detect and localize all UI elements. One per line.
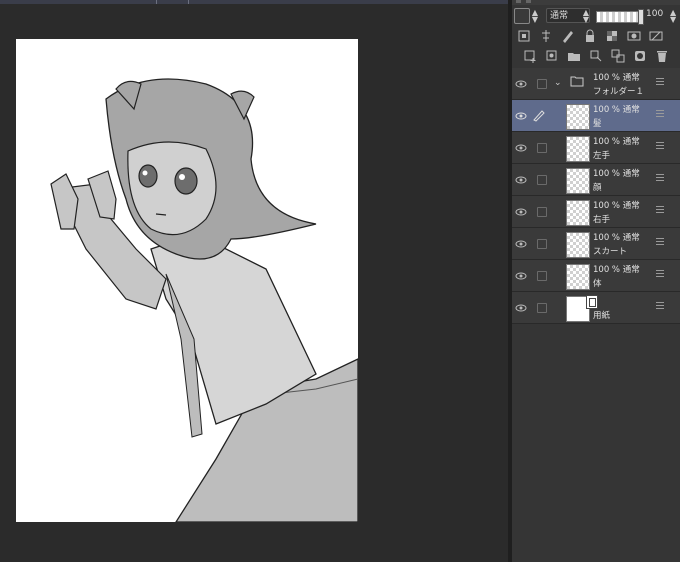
layer-name: 右手 (593, 215, 611, 225)
new-vector-layer-icon[interactable] (544, 48, 560, 64)
layer-thumbnail (566, 232, 590, 258)
visibility-eye-icon[interactable] (515, 142, 527, 154)
layer-name: スカート (593, 247, 628, 257)
drawing-canvas[interactable] (16, 39, 358, 522)
layer-select-checkbox[interactable] (537, 79, 547, 89)
layer-select-checkbox[interactable] (537, 271, 547, 281)
visibility-eye-icon[interactable] (515, 110, 527, 122)
layer-blend-info: 100 % 通常 (593, 169, 640, 179)
layer-blend-info: 100 % 通常 (593, 73, 640, 83)
layer-blend-info: 100 % 通常 (593, 233, 640, 243)
layer-menu-icon[interactable] (656, 302, 664, 310)
layer-blend-info: 100 % 通常 (593, 137, 640, 147)
visibility-eye-icon[interactable] (515, 238, 527, 250)
layer-blend-info: 100 % 通常 (593, 265, 640, 275)
layer-menu-icon[interactable] (656, 78, 664, 86)
panel-close-icon[interactable] (526, 0, 531, 3)
layer-toolbar-top (512, 26, 680, 46)
visibility-eye-icon[interactable] (515, 302, 527, 314)
layer-menu-icon[interactable] (656, 174, 664, 182)
canvas-area[interactable] (0, 4, 508, 562)
layer-row-left-hand[interactable]: 100 % 通常 左手 (512, 132, 680, 164)
layer-select-checkbox[interactable] (537, 239, 547, 249)
layer-thumbnail (566, 200, 590, 226)
clip-layer-icon[interactable] (516, 28, 532, 44)
layer-color-spinner-icon[interactable]: ▲ ▼ (531, 9, 539, 24)
layer-toolbar-bottom (512, 46, 680, 66)
layer-blend-info: 100 % 通常 (593, 201, 640, 211)
layer-row-body[interactable]: 100 % 通常 体 (512, 260, 680, 292)
folder-expand-chevron-icon[interactable]: ⌄ (554, 78, 562, 88)
folder-icon (570, 76, 584, 87)
layer-row-hair[interactable]: 100 % 通常 髪 (512, 100, 680, 132)
opacity-slider[interactable] (596, 11, 643, 23)
panel-grip[interactable] (516, 0, 521, 3)
layer-menu-icon[interactable] (656, 142, 664, 150)
layer-name: フォルダー１ (593, 87, 645, 97)
layer-name: 左手 (593, 151, 611, 161)
layer-thumbnail (566, 104, 590, 130)
layer-name: 体 (593, 279, 602, 289)
visibility-eye-icon[interactable] (515, 78, 527, 90)
layer-row-right-hand[interactable]: 100 % 通常 右手 (512, 196, 680, 228)
layer-select-checkbox[interactable] (537, 143, 547, 153)
layer-color-box[interactable] (514, 8, 530, 24)
opacity-value[interactable]: 100 (646, 9, 663, 19)
layer-menu-icon[interactable] (656, 270, 664, 278)
layer-select-checkbox[interactable] (537, 175, 547, 185)
delete-layer-icon[interactable] (654, 48, 670, 64)
layer-name: 用紙 (593, 311, 611, 321)
new-raster-layer-icon[interactable] (522, 48, 538, 64)
layer-select-checkbox[interactable] (537, 303, 547, 313)
layer-properties-bar: ▲ ▼ 通常 ▲ ▼ 100 ▲ ▼ (512, 7, 680, 25)
layer-thumbnail (566, 168, 590, 194)
layer-menu-icon[interactable] (656, 110, 664, 118)
pen-edit-icon (533, 110, 545, 122)
lock-transparency-icon[interactable] (604, 28, 620, 44)
opacity-spinner-icon[interactable]: ▲ ▼ (670, 9, 676, 24)
ruler-range-icon[interactable] (648, 28, 664, 44)
layer-row-skirt[interactable]: 100 % 通常 スカート (512, 228, 680, 260)
visibility-eye-icon[interactable] (515, 174, 527, 186)
lock-layer-icon[interactable] (582, 28, 598, 44)
layer-mask-icon[interactable] (632, 48, 648, 64)
layer-name: 髪 (593, 119, 602, 129)
layer-thumbnail (566, 264, 590, 290)
new-folder-icon[interactable] (566, 48, 582, 64)
layer-select-checkbox[interactable] (537, 207, 547, 217)
panel-header (512, 0, 680, 5)
opacity-slider-handle[interactable] (638, 9, 644, 25)
layer-blend-info: 100 % 通常 (593, 105, 640, 115)
draft-layer-icon[interactable] (560, 28, 576, 44)
layer-menu-icon[interactable] (656, 238, 664, 246)
reference-layer-icon[interactable] (538, 28, 554, 44)
layer-row-face[interactable]: 100 % 通常 顔 (512, 164, 680, 196)
transfer-down-icon[interactable] (588, 48, 604, 64)
layer-panel: ▲ ▼ 通常 ▲ ▼ 100 ▲ ▼ ⌄ 100 % 通常 フォルダー１ 100… (512, 0, 680, 562)
layer-thumbnail (566, 136, 590, 162)
paper-layer-icon (586, 295, 598, 309)
visibility-eye-icon[interactable] (515, 206, 527, 218)
blend-mode-chevron-icon[interactable]: ▲ ▼ (582, 9, 590, 24)
illustration (50, 78, 358, 522)
visibility-eye-icon[interactable] (515, 270, 527, 282)
mask-enable-icon[interactable] (626, 28, 642, 44)
layer-row-folder[interactable]: ⌄ 100 % 通常 フォルダー１ (512, 68, 680, 100)
layer-menu-icon[interactable] (656, 206, 664, 214)
layer-row-paper[interactable]: 用紙 (512, 292, 680, 324)
merge-down-icon[interactable] (610, 48, 626, 64)
layer-name: 顔 (593, 183, 602, 193)
